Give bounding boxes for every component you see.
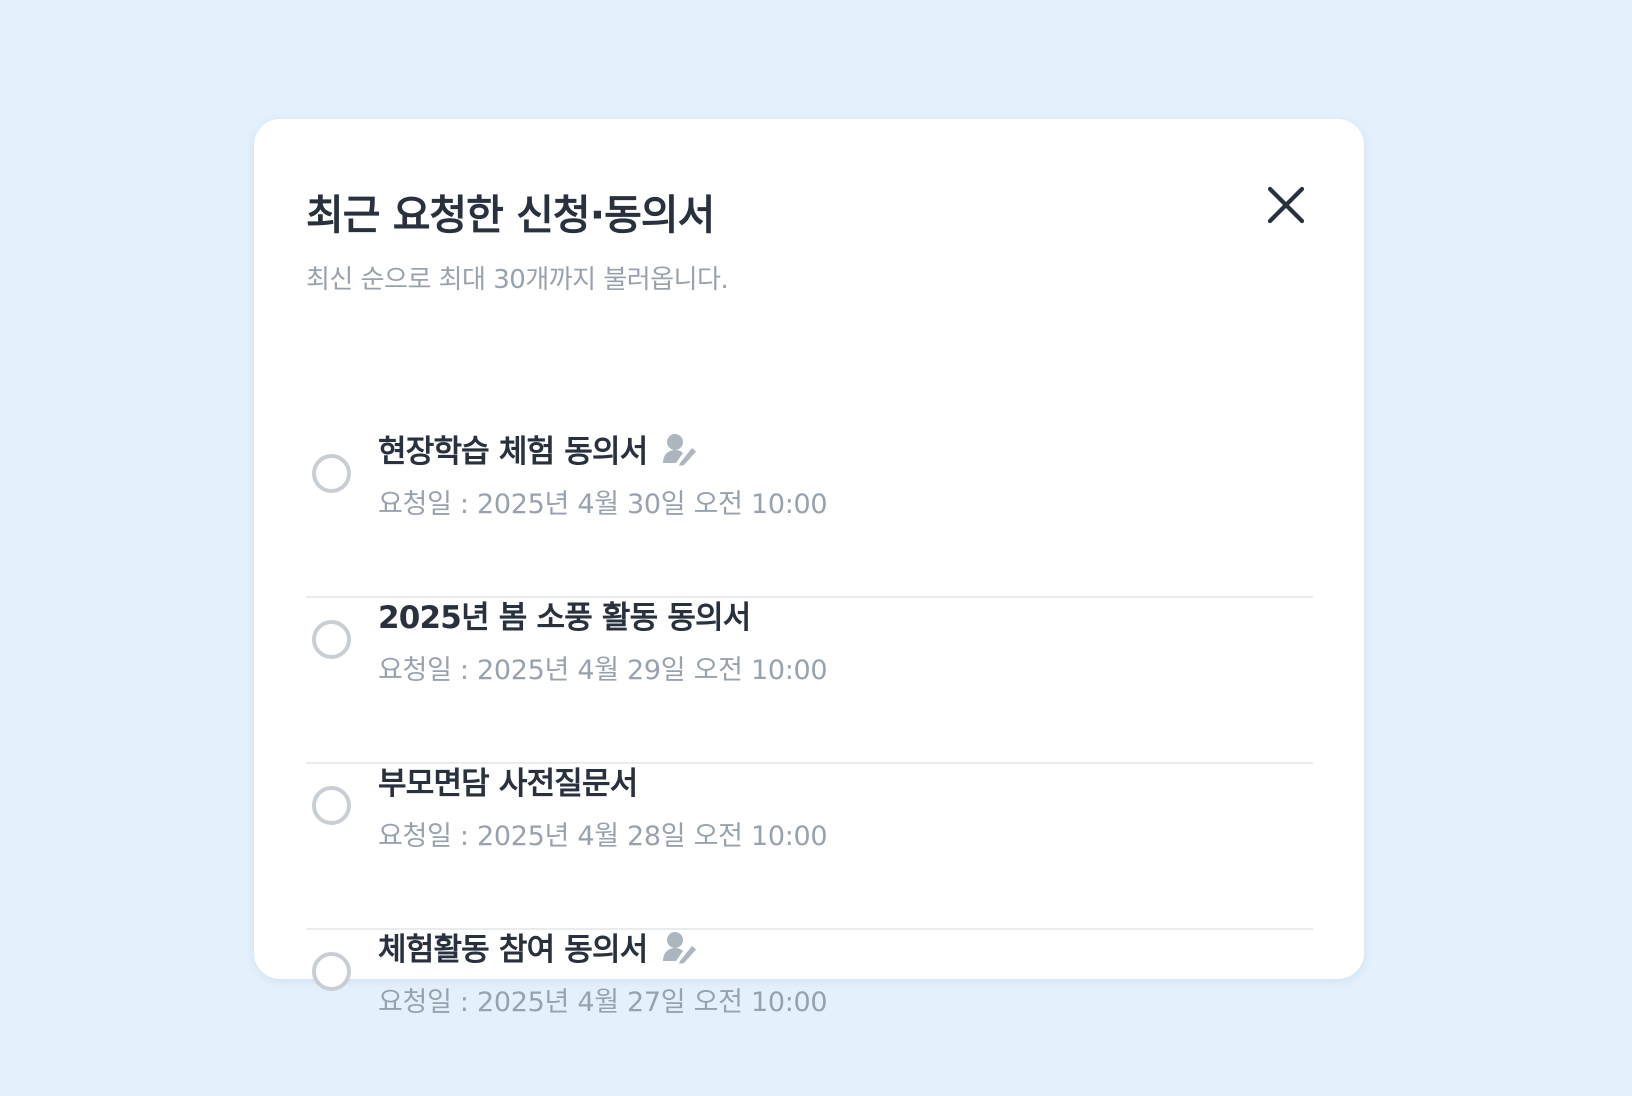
list-item[interactable]: 부모면담 사전질문서 요청일 : 2025년 4월 28일 오전 10:00 [306,764,1313,930]
item-date: 요청일 : 2025년 4월 28일 오전 10:00 [378,821,828,852]
recent-requests-dialog: 최근 요청한 신청·동의서 최신 순으로 최대 30개까지 불러옵니다. 현장학… [254,119,1364,1018]
dialog-title: 최근 요청한 신청·동의서 [306,191,715,239]
close-icon [1267,186,1305,224]
close-button[interactable] [1264,183,1308,227]
radio-button[interactable] [312,620,351,659]
radio-button[interactable] [312,786,351,825]
radio-button[interactable] [312,952,351,991]
item-title: 현장학습 체험 동의서 [378,434,648,470]
signature-icon [661,930,697,964]
list-item[interactable]: 체험활동 참여 동의서 요청일 : 2025년 4월 27일 오전 10:00 [306,930,1313,1096]
item-title: 부모면담 사전질문서 [378,766,638,802]
item-date: 요청일 : 2025년 4월 27일 오전 10:00 [378,987,828,1018]
item-date: 요청일 : 2025년 4월 30일 오전 10:00 [378,489,828,520]
item-title: 2025년 봄 소풍 활동 동의서 [378,600,751,636]
radio-button[interactable] [312,454,351,493]
list-item[interactable]: 현장학습 체험 동의서 요청일 : 2025년 4월 30일 오전 10:00 [306,432,1313,598]
list-item[interactable]: 2025년 봄 소풍 활동 동의서 요청일 : 2025년 4월 29일 오전 … [306,598,1313,764]
request-list: 현장학습 체험 동의서 요청일 : 2025년 4월 30일 오전 10:00 [306,432,1313,1096]
dialog-subtitle: 최신 순으로 최대 30개까지 불러옵니다. [306,265,729,295]
signature-icon [661,432,697,466]
item-date: 요청일 : 2025년 4월 29일 오전 10:00 [378,655,828,686]
item-title: 체험활동 참여 동의서 [378,932,648,968]
